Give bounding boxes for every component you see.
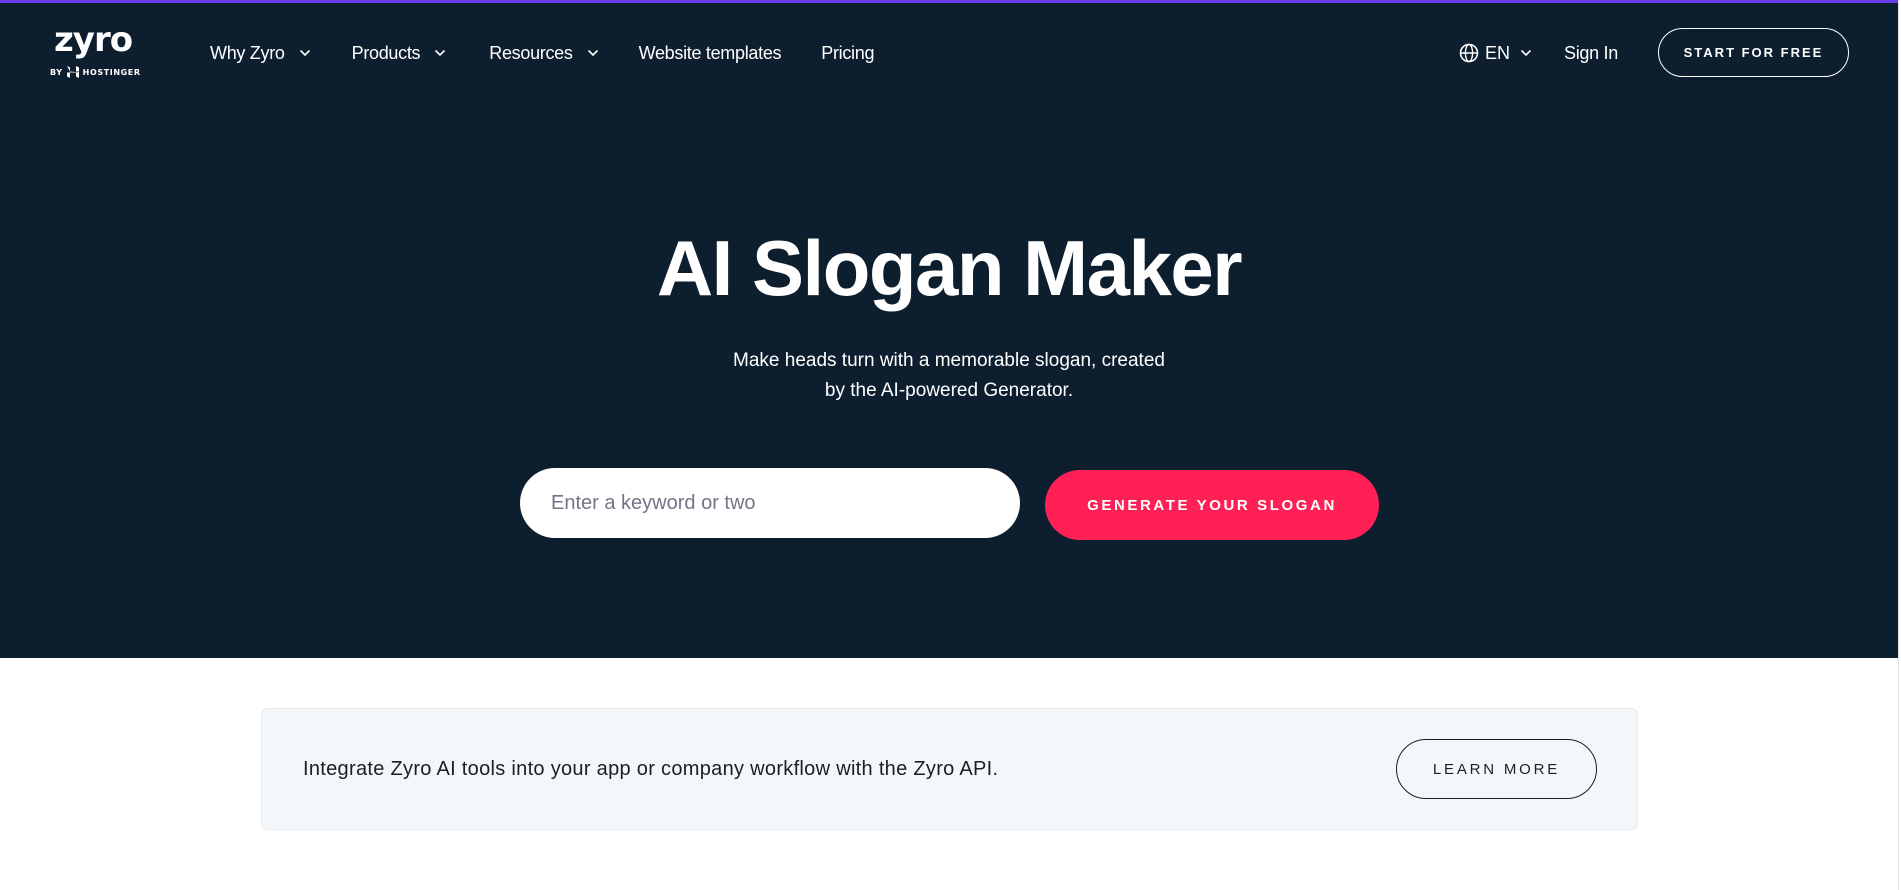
api-banner: Integrate Zyro AI tools into your app or… <box>261 708 1638 830</box>
top-accent-bar <box>0 0 1898 3</box>
nav-item-label: Why Zyro <box>210 42 285 63</box>
hero-subtitle-line-1: Make heads turn with a memorable slogan,… <box>733 350 1165 371</box>
hostinger-icon <box>66 66 79 78</box>
nav-item-why-zyro[interactable]: Why Zyro <box>210 43 311 64</box>
chevron-down-icon <box>1520 49 1532 57</box>
chevron-down-icon <box>299 49 310 57</box>
nav-item-label: Resources <box>489 42 573 63</box>
chevron-down-icon <box>435 49 446 57</box>
nav-item-label: Products <box>351 42 421 63</box>
hero-section: zyro BY HOSTINGER Why Zyro Products Reso… <box>0 0 1898 658</box>
nav-item-products[interactable]: Products <box>352 43 447 64</box>
page-title: AI Slogan Maker <box>656 224 1243 312</box>
hero-subtitle: Make heads turn with a memorable slogan,… <box>0 346 1898 406</box>
main-nav: Why Zyro Products Resources Website temp… <box>210 38 874 68</box>
learn-more-button[interactable]: LEARN MORE <box>1396 739 1597 799</box>
keyword-input[interactable] <box>520 468 1020 538</box>
generate-slogan-button[interactable]: GENERATE YOUR SLOGAN <box>1045 470 1379 540</box>
language-label: EN <box>1485 42 1511 63</box>
start-for-free-button[interactable]: START FOR FREE <box>1658 28 1849 77</box>
globe-icon <box>1459 43 1479 63</box>
logo-by-text: BY <box>50 67 63 77</box>
language-selector[interactable]: EN <box>1459 40 1532 66</box>
logo-byline: BY HOSTINGER <box>50 66 141 78</box>
nav-item-resources[interactable]: Resources <box>489 43 598 64</box>
page: zyro BY HOSTINGER Why Zyro Products Reso… <box>0 0 1898 890</box>
hero-subtitle-line-2: by the AI-powered Generator. <box>824 380 1074 401</box>
api-banner-text: Integrate Zyro AI tools into your app or… <box>303 758 999 780</box>
zyro-logo[interactable]: zyro BY HOSTINGER <box>50 20 150 82</box>
nav-item-website-templates[interactable]: Website templates <box>639 43 782 64</box>
nav-item-pricing[interactable]: Pricing <box>821 43 874 64</box>
logo-hostinger-text: HOSTINGER <box>82 67 141 77</box>
sign-in-link[interactable]: Sign In <box>1564 40 1618 66</box>
logo-wordmark: zyro <box>54 20 133 60</box>
chevron-down-icon <box>587 49 598 57</box>
